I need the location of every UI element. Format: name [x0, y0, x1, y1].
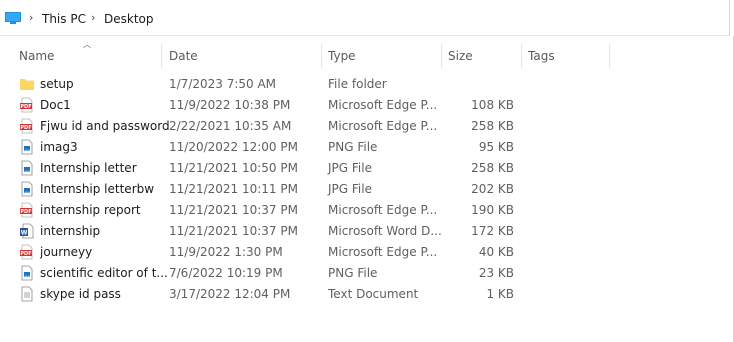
svg-text:PDF: PDF	[20, 251, 31, 257]
file-date: 11/21/2021 10:37 PM	[169, 224, 298, 238]
file-size: 1 KB	[486, 287, 514, 301]
file-size: 23 KB	[478, 266, 514, 280]
column-header-date[interactable]: Date	[169, 48, 198, 68]
file-date: 11/21/2021 10:11 PM	[169, 182, 298, 196]
image-file-icon	[19, 181, 35, 197]
file-row[interactable]: imag3 11/20/2022 12:00 PM PNG File 95 KB	[16, 137, 526, 158]
file-type: Microsoft Edge P...	[328, 119, 438, 133]
column-divider[interactable]	[161, 44, 162, 68]
file-date: 7/6/2022 10:19 PM	[169, 266, 283, 280]
file-name: Internship letter	[40, 161, 137, 175]
file-size: 258 KB	[471, 119, 514, 133]
folder-icon	[19, 76, 35, 92]
file-date: 11/9/2022 10:38 PM	[169, 98, 291, 112]
file-size: 108 KB	[471, 98, 514, 112]
file-row[interactable]: skype id pass 3/17/2022 12:04 PM Text Docu…	[16, 284, 526, 305]
monitor-icon	[5, 12, 21, 24]
file-row[interactable]: scientific editor of t... 7/6/2022 10:19 …	[16, 263, 526, 284]
file-size: 172 KB	[471, 224, 514, 238]
file-row[interactable]: PDF Doc1 11/9/2022 10:38 PM Microsoft Edge …	[16, 95, 526, 116]
file-date: 11/21/2021 10:37 PM	[169, 203, 298, 217]
file-row[interactable]: PDF Fjwu id and password 2/22/2021 10:35 A…	[16, 116, 526, 137]
pdf-icon: PDF	[19, 97, 35, 113]
word-doc-icon: W	[19, 223, 35, 239]
file-type: Text Document	[328, 287, 419, 301]
file-name: Doc1	[40, 98, 71, 112]
file-type: PNG File	[328, 266, 378, 280]
file-size: 40 KB	[478, 245, 514, 259]
file-type: File folder	[328, 77, 387, 91]
file-size: 258 KB	[471, 161, 514, 175]
pdf-icon: PDF	[19, 202, 35, 218]
file-date: 11/9/2022 1:30 PM	[169, 245, 283, 259]
column-header-size[interactable]: Size	[448, 48, 473, 68]
svg-text:PDF: PDF	[20, 209, 31, 215]
file-row[interactable]: Internship letter 11/21/2021 10:50 PM JPG …	[16, 158, 526, 179]
image-file-icon	[19, 265, 35, 281]
text-file-icon	[19, 286, 35, 302]
file-size: 95 KB	[478, 140, 514, 154]
file-name: internship	[40, 224, 101, 238]
breadcrumb-item-this-pc[interactable]: This PC	[42, 12, 86, 26]
file-type: JPG File	[328, 182, 372, 196]
file-name: internship report	[40, 203, 141, 217]
file-date: 11/20/2022 12:00 PM	[169, 140, 298, 154]
pdf-icon: PDF	[19, 118, 35, 134]
file-name: Internship letterbw	[40, 182, 155, 196]
file-row[interactable]: Internship letterbw 11/21/2021 10:11 PM JP…	[16, 179, 526, 200]
file-date: 2/22/2021 10:35 AM	[169, 119, 292, 133]
file-name: setup	[40, 77, 74, 91]
column-divider[interactable]	[321, 44, 322, 68]
file-name: scientific editor of t...	[40, 266, 168, 280]
file-name: imag3	[40, 140, 78, 154]
svg-text:PDF: PDF	[20, 125, 31, 131]
file-date: 3/17/2022 12:04 PM	[169, 287, 291, 301]
column-divider[interactable]	[521, 44, 522, 68]
file-name: skype id pass	[40, 287, 121, 301]
file-type: Microsoft Edge P...	[328, 203, 438, 217]
image-file-icon	[19, 160, 35, 176]
breadcrumb-item-desktop[interactable]: Desktop	[104, 12, 154, 26]
file-row[interactable]: Winternship 11/21/2021 10:37 PM Microsoft …	[16, 221, 526, 242]
column-divider[interactable]	[441, 44, 442, 68]
chevron-right-icon: ›	[91, 11, 96, 24]
column-header-name[interactable]: Name	[19, 48, 54, 68]
file-type: PNG File	[328, 140, 378, 154]
file-type: Microsoft Word D...	[328, 224, 442, 238]
image-file-icon	[19, 139, 35, 155]
file-type: Microsoft Edge P...	[328, 98, 438, 112]
file-name: Fjwu id and password	[40, 119, 170, 133]
file-row[interactable]: setup 1/7/2023 7:50 AM File folder	[16, 74, 526, 95]
svg-text:W: W	[21, 230, 28, 237]
column-divider[interactable]	[609, 44, 610, 68]
address-bar[interactable]: › This PC › Desktop	[0, 0, 730, 36]
column-header-type[interactable]: Type	[328, 48, 356, 68]
file-date: 1/7/2023 7:50 AM	[169, 77, 277, 91]
file-size: 190 KB	[471, 203, 514, 217]
chevron-right-icon: ›	[29, 11, 34, 24]
file-row[interactable]: PDF internship report 11/21/2021 10:37 PM M…	[16, 200, 526, 221]
svg-text:PDF: PDF	[20, 104, 31, 110]
file-type: Microsoft Edge P...	[328, 245, 438, 259]
column-header-tags[interactable]: Tags	[528, 48, 555, 68]
file-name: journeyy	[40, 245, 93, 259]
file-row[interactable]: PDF journeyy 11/9/2022 1:30 PM Microsoft Ed…	[16, 242, 526, 263]
file-type: JPG File	[328, 161, 372, 175]
file-date: 11/21/2021 10:50 PM	[169, 161, 298, 175]
file-size: 202 KB	[471, 182, 514, 196]
sort-ascending-icon: ︿	[83, 40, 91, 49]
pdf-icon: PDF	[19, 244, 35, 260]
